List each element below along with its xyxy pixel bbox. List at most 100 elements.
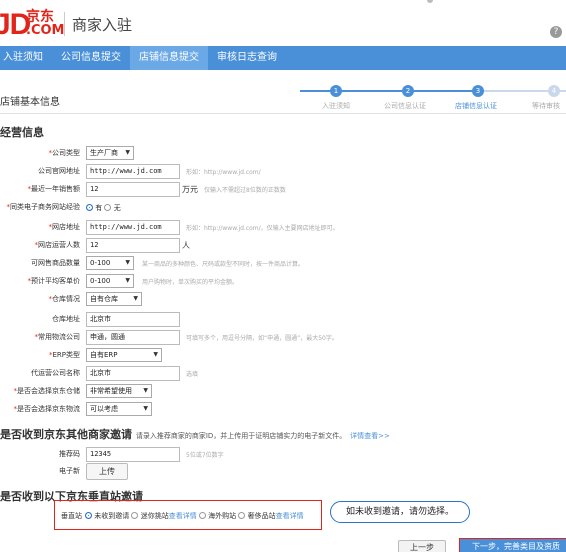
- chevron-down-icon: ▼: [153, 351, 158, 358]
- ops-count-input[interactable]: 12: [86, 238, 180, 253]
- ops-count-unit: 人: [182, 241, 190, 250]
- chevron-down-icon: ▼: [143, 405, 148, 412]
- required-marker: *: [27, 185, 32, 193]
- question-circle-icon[interactable]: ?: [550, 26, 562, 38]
- required-marker: *: [48, 149, 53, 157]
- jd-logistics-value: 可以考虑: [90, 405, 118, 413]
- experience-yes-radio[interactable]: [86, 204, 93, 211]
- jd-warehouse-label: *是否会选择京东仓储: [13, 387, 81, 395]
- warehouse-addr-input[interactable]: 北京市: [86, 312, 180, 327]
- sales-input[interactable]: 12: [86, 182, 180, 197]
- company-type-value: 生产厂商: [90, 149, 118, 157]
- sales-hint: 仅输入不需超过8位数的正数数: [204, 187, 286, 194]
- avg-price-hint: 用户购物时，单次购买的平均金额。: [142, 279, 239, 286]
- shop-url-hint: 形如：http://www.jd.com/，仅输入主要网店地址即可。: [186, 225, 339, 232]
- experience-radios: 有 无: [86, 203, 121, 213]
- warehouse-addr-row: 仓库地址 北京市: [0, 312, 566, 328]
- erp-label: *ERP类型: [48, 351, 80, 359]
- logistics-hint: 可填写多个，用逗号分隔，如“申通，圆通”，最大50字。: [186, 335, 338, 342]
- step-1-label: 入驻须知: [322, 102, 350, 110]
- warehouse-value: 自有仓库: [90, 295, 118, 303]
- section-heading: 店铺基本信息: [0, 97, 60, 108]
- logo-divider: [64, 12, 65, 36]
- jd-warehouse-select[interactable]: 非常希望使用 ▼: [86, 384, 152, 398]
- vertical-mini-label: 迷你挑站: [140, 512, 169, 520]
- required-marker: *: [48, 351, 53, 359]
- avg-price-select[interactable]: 0-100 ▼: [86, 274, 134, 288]
- vertical-none-label: 未收到邀请: [94, 512, 130, 520]
- progress-steps: 店铺基本信息 1 2 3 4 入驻须知 公司信息认证 店铺信息认证 等待审核: [0, 85, 566, 114]
- sales-row: *最近一年销售额 12 万元 仅输入不需超过8位数的正数数: [0, 182, 566, 198]
- chevron-down-icon: ▼: [143, 387, 148, 394]
- required-marker: *: [48, 295, 53, 303]
- tab-company-info[interactable]: 公司信息提交: [52, 46, 130, 70]
- experience-no-label: 无: [113, 204, 121, 212]
- shop-url-input[interactable]: http://www.jd.com: [86, 220, 180, 235]
- invite-section-title: 是否收到京东其他商家邀请 请录入推荐商家的商家ID，并上传用于证明店铺实力的电子…: [0, 426, 390, 442]
- logistics-input[interactable]: 申通，圆通: [86, 330, 180, 345]
- jd-warehouse-row: *是否会选择京东仓储 非常希望使用 ▼: [0, 384, 566, 400]
- dot-icon: [427, 0, 433, 3]
- step-1-marker: 1: [330, 85, 342, 97]
- vertical-mini-detail-link[interactable]: 查看详情: [169, 512, 197, 520]
- agency-input[interactable]: 北京市: [86, 366, 180, 381]
- tab-instructions[interactable]: 入驻须知: [0, 46, 52, 70]
- website-input[interactable]: http://www.jd.com: [86, 164, 180, 179]
- next-step-button[interactable]: 下一步，完善类目及资质: [459, 538, 566, 552]
- chevron-down-icon: ▼: [133, 295, 138, 302]
- step-connector-done: [300, 90, 480, 92]
- step-3-marker: 3: [472, 85, 484, 97]
- referral-code-input[interactable]: 12345: [86, 447, 180, 462]
- company-type-select[interactable]: 生产厂商 ▼: [86, 146, 134, 160]
- avg-price-value: 0-100: [90, 277, 111, 285]
- website-hint: 形如：http://www.jd.com/: [186, 169, 261, 176]
- vertical-overseas-radio[interactable]: [198, 512, 206, 519]
- vertical-luxury-detail-link[interactable]: 查看详情: [276, 512, 304, 520]
- sku-count-value: 0-100: [90, 259, 111, 267]
- annotation-callout: 如未收到邀请，请勿选择。: [330, 501, 470, 523]
- vertical-site-label: 垂直站: [61, 512, 82, 520]
- jd-logistics-select[interactable]: 可以考虑 ▼: [86, 402, 152, 416]
- experience-label: *同类电子商务网站经验: [6, 203, 81, 211]
- previous-step-button[interactable]: 上一步: [398, 540, 446, 552]
- vertical-none-radio[interactable]: [85, 512, 92, 519]
- agency-row: 代运营公司名称 北京市 选填: [0, 366, 566, 382]
- step-4-label: 等待审核: [532, 102, 560, 110]
- experience-row: *同类电子商务网站经验 有 无: [0, 200, 566, 216]
- erp-select[interactable]: 自有ERP ▼: [86, 348, 162, 362]
- erp-value: 自有ERP: [90, 351, 118, 359]
- required-marker: *: [48, 223, 53, 231]
- step-3-label: 店铺信息认证: [455, 102, 497, 110]
- warehouse-select[interactable]: 自有仓库 ▼: [86, 292, 142, 306]
- top-nav: 入驻须知 公司信息提交 店铺信息提交 审核日志查询: [0, 46, 566, 70]
- vertical-luxury-radio[interactable]: [238, 512, 246, 519]
- chevron-down-icon: ▼: [125, 259, 130, 266]
- tab-shop-info[interactable]: 店铺信息提交: [130, 46, 208, 70]
- shop-url-row: *网店地址 http://www.jd.com 形如：http://www.jd…: [0, 220, 566, 236]
- sku-count-select[interactable]: 0-100 ▼: [86, 256, 134, 270]
- agency-label: 代运营公司名称: [31, 369, 80, 377]
- avg-price-label: *预计平均客单价: [27, 277, 81, 285]
- vertical-site-box: 垂直站 未收到邀请 迷你挑站查看详情 海外购站 奢侈品站查看详情: [54, 500, 322, 530]
- experience-yes-label: 有: [95, 204, 103, 212]
- chevron-down-icon: ▼: [125, 277, 130, 284]
- jd-logo-chinese: 京东: [26, 9, 54, 25]
- invite-title: 是否收到京东其他商家邀请: [0, 428, 132, 441]
- invite-detail-link[interactable]: 详情查看>>: [350, 432, 390, 440]
- warehouse-row: *仓库情况 自有仓库 ▼: [0, 292, 566, 308]
- logistics-row: *常用物流公司 申通，圆通 可填写多个，用逗号分隔，如“申通，圆通”，最大50字…: [0, 330, 566, 346]
- referral-code-row: 推荐码 12345 5位或7位数字: [0, 447, 566, 463]
- experience-no-radio[interactable]: [104, 204, 112, 211]
- ops-count-label: *网店运营人数: [34, 241, 81, 249]
- tab-review-log[interactable]: 审核日志查询: [208, 46, 286, 70]
- sku-count-hint: 某一商品的多种颜色、尺码或款型不同时，按一件商品计算。: [142, 261, 305, 268]
- upload-button[interactable]: 上传: [86, 463, 128, 480]
- warehouse-label: *仓库情况: [48, 295, 81, 303]
- jd-logistics-row: *是否会选择京东物流 可以考虑 ▼: [0, 402, 566, 418]
- vertical-luxury-label: 奢侈品站: [247, 512, 276, 520]
- website-label: 公司官网地址: [38, 167, 80, 175]
- required-marker: *: [13, 387, 18, 395]
- warehouse-addr-label: 仓库地址: [52, 315, 80, 323]
- vertical-mini-radio[interactable]: [131, 512, 139, 519]
- company-type-label: *公司类型: [48, 149, 81, 157]
